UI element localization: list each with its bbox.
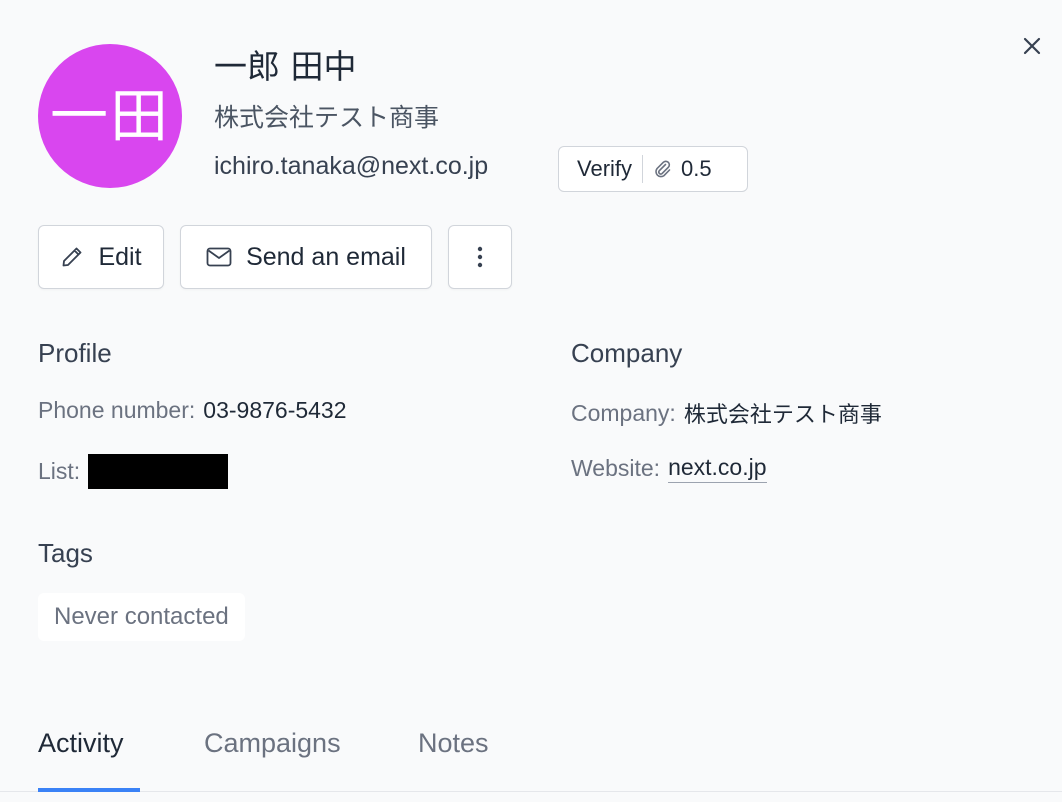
contact-company: 株式会社テスト商事	[214, 103, 440, 132]
phone-label: Phone number:	[38, 397, 196, 423]
contact-panel: 一田 一郎 田中 株式会社テスト商事 ichiro.tanaka@next.co…	[0, 0, 1062, 802]
more-vertical-icon	[477, 246, 483, 268]
company-label: Company:	[571, 399, 676, 426]
phone-field: Phone number: 03-9876-5432	[38, 397, 347, 424]
send-email-label: Send an email	[246, 242, 406, 271]
tab-notes[interactable]: Notes	[418, 728, 489, 759]
mail-icon	[206, 247, 232, 267]
tab-activity[interactable]: Activity	[38, 728, 124, 759]
edit-label: Edit	[98, 242, 142, 271]
tag-chip[interactable]: Never contacted	[38, 593, 245, 641]
list-value-redacted	[88, 454, 229, 489]
tab-campaigns[interactable]: Campaigns	[204, 728, 341, 759]
send-email-button[interactable]: Send an email	[180, 225, 432, 289]
tabs-divider	[0, 791, 1062, 792]
company-value: 株式会社テスト商事	[683, 403, 882, 428]
close-icon	[1023, 37, 1041, 55]
list-field: List:	[38, 454, 229, 489]
contact-email: ichiro.tanaka@next.co.jp	[214, 152, 489, 180]
company-title: Company	[571, 338, 683, 368]
profile-title: Profile	[38, 338, 112, 368]
active-tab-indicator	[38, 788, 140, 792]
edit-button[interactable]: Edit	[38, 225, 164, 289]
verify-button[interactable]: Verify	[559, 147, 642, 191]
company-field: Company: 株式会社テスト商事	[571, 397, 882, 429]
verification-score: 0.5	[643, 156, 712, 182]
website-label: Website:	[571, 455, 661, 481]
list-label: List:	[38, 458, 81, 484]
phone-value: 03-9876-5432	[203, 397, 347, 423]
paperclip-icon	[655, 160, 671, 178]
score-value: 0.5	[681, 156, 712, 181]
tags-title: Tags	[38, 538, 93, 568]
more-options-button[interactable]	[448, 225, 512, 289]
avatar-initials: 一田	[49, 82, 170, 150]
website-field: Website: next.co.jp	[571, 454, 767, 483]
pencil-icon	[63, 247, 82, 267]
avatar: 一田	[38, 44, 182, 188]
website-link[interactable]: next.co.jp	[668, 454, 767, 483]
verify-group: Verify 0.5	[558, 146, 748, 192]
contact-name: 一郎 田中	[214, 47, 357, 86]
close-button[interactable]	[1018, 32, 1046, 60]
